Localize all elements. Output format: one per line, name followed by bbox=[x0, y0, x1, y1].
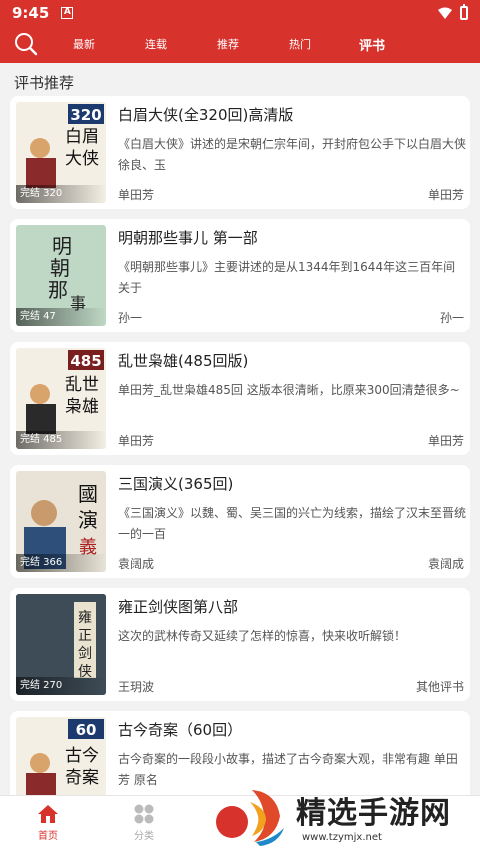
svg-text:那: 那 bbox=[48, 278, 68, 302]
status-badge: 完结 47 bbox=[16, 308, 106, 326]
book-title: 明朝那些事儿 第一部 bbox=[118, 229, 258, 247]
status-badge: 完结 485 bbox=[16, 431, 106, 449]
tab-recommend[interactable]: 推荐 bbox=[192, 36, 264, 52]
watermark-url: www.tzymjx.net bbox=[302, 832, 382, 843]
svg-text:320: 320 bbox=[70, 106, 101, 124]
svg-text:演: 演 bbox=[78, 508, 98, 532]
home-icon bbox=[38, 805, 58, 823]
book-author: 单田芳 bbox=[118, 434, 155, 448]
book-description: 单田芳_乱世枭雄485回 这版本很清晰，比原来300回清楚很多~ bbox=[118, 383, 460, 397]
book-author: 单田芳 bbox=[118, 188, 155, 202]
book-category: 单田芳 bbox=[427, 434, 464, 448]
bottom-nav-home-label: 首页 bbox=[38, 831, 58, 842]
svg-text:雍: 雍 bbox=[78, 610, 92, 626]
svg-text:古今: 古今 bbox=[65, 746, 99, 766]
book-description: 《白眉大侠》讲述的是宋朝仁宗年间，开封府包公手下以白眉大侠徐良、玉 bbox=[118, 137, 466, 172]
battery-icon bbox=[460, 3, 468, 20]
svg-text:485: 485 bbox=[70, 352, 101, 370]
svg-text:乱世: 乱世 bbox=[65, 375, 99, 395]
bottom-nav-category-label: 分类 bbox=[134, 831, 154, 842]
book-card[interactable]: 國 演 義 完结 366 三国演义(365回) 《三国演义》以魏、蜀、吴三国的兴… bbox=[10, 465, 470, 578]
svg-text:枭雄: 枭雄 bbox=[65, 397, 99, 417]
bottom-nav-home[interactable]: 首页 bbox=[18, 804, 78, 842]
book-title: 乱世枭雄(485回版) bbox=[118, 352, 249, 370]
category-tabs: 最新 连载 推荐 热门 评书 bbox=[48, 35, 480, 54]
watermark: 精选手游网 www.tzymjx.net bbox=[216, 782, 478, 848]
status-time: 9:45 bbox=[12, 3, 50, 22]
notification-a-icon: A bbox=[61, 6, 74, 19]
book-cover: 國 演 義 完结 366 bbox=[16, 471, 106, 572]
book-card[interactable]: 雍 正 剑 侠 完结 270 雍正剑侠图第八部 这次的武林传奇又延续了怎样的惊喜… bbox=[10, 588, 470, 701]
book-card[interactable]: 明 朝 那 事 完结 47 明朝那些事儿 第一部 《明朝那些事儿》主要讲述的是从… bbox=[10, 219, 470, 332]
search-icon bbox=[15, 33, 38, 56]
wifi-icon bbox=[438, 7, 452, 19]
tab-serial[interactable]: 连载 bbox=[120, 36, 192, 52]
watermark-text: 精选手游网 bbox=[296, 796, 451, 831]
svg-text:正: 正 bbox=[78, 628, 92, 644]
status-badge: 完结 270 bbox=[16, 677, 106, 695]
cover-art: 60 古今 奇案 bbox=[26, 719, 104, 801]
status-badge: 完结 366 bbox=[16, 554, 106, 572]
book-title: 三国演义(365回) bbox=[118, 475, 234, 493]
bottom-nav-category[interactable]: 分类 bbox=[114, 804, 174, 842]
book-description: 《三国演义》以魏、蜀、吴三国的兴亡为线索，描绘了汉末至晋统一的一百 bbox=[118, 506, 466, 541]
book-cover: 320 白眉 大侠 完结 320 bbox=[16, 102, 106, 203]
book-category: 孙一 bbox=[439, 311, 464, 325]
status-bar: 9:45 A bbox=[0, 0, 480, 25]
status-right bbox=[438, 3, 468, 20]
book-category: 袁阔成 bbox=[427, 557, 464, 571]
book-author: 王玥波 bbox=[118, 680, 155, 694]
book-category: 单田芳 bbox=[427, 188, 464, 202]
book-title: 白眉大侠(全320回)高清版 bbox=[118, 106, 294, 124]
book-description: 这次的武林传奇又延续了怎样的惊喜，快来收听解锁！ bbox=[118, 629, 407, 643]
book-cover: 雍 正 剑 侠 完结 270 bbox=[16, 594, 106, 695]
book-author: 孙一 bbox=[118, 311, 143, 325]
status-badge: 完结 320 bbox=[16, 185, 106, 203]
book-category: 其他评书 bbox=[415, 680, 464, 694]
svg-text:白眉: 白眉 bbox=[65, 127, 99, 147]
svg-text:朝: 朝 bbox=[50, 256, 70, 280]
svg-text:明: 明 bbox=[52, 234, 72, 258]
svg-text:奇案: 奇案 bbox=[65, 768, 99, 788]
book-author: 袁阔成 bbox=[118, 557, 155, 571]
tab-latest[interactable]: 最新 bbox=[48, 36, 120, 52]
watermark-logo bbox=[216, 790, 284, 846]
svg-text:剑: 剑 bbox=[78, 646, 92, 662]
book-cover: 60 古今 奇案 bbox=[16, 717, 106, 801]
book-cover: 明 朝 那 事 完结 47 bbox=[16, 225, 106, 326]
section-title: 评书推荐 bbox=[14, 74, 75, 92]
svg-text:國: 國 bbox=[78, 482, 98, 506]
book-card[interactable]: 320 白眉 大侠 完结 320 白眉大侠(全320回)高清版 《白眉大侠》讲述… bbox=[10, 96, 470, 209]
book-description: 《明朝那些事儿》主要讲述的是从1344年到1644年这三百年间关于 bbox=[118, 260, 456, 295]
search-button[interactable] bbox=[4, 25, 48, 63]
tab-storytelling[interactable]: 评书 bbox=[336, 35, 408, 54]
book-title: 古今奇案（60回） bbox=[118, 721, 243, 739]
svg-text:60: 60 bbox=[76, 721, 97, 739]
book-title: 雍正剑侠图第八部 bbox=[118, 598, 239, 616]
svg-text:大侠: 大侠 bbox=[65, 149, 99, 169]
book-card[interactable]: 485 乱世 枭雄 完结 485 乱世枭雄(485回版) 单田芳_乱世枭雄485… bbox=[10, 342, 470, 455]
tab-hot[interactable]: 热门 bbox=[264, 36, 336, 52]
top-nav: 最新 连载 推荐 热门 评书 bbox=[0, 25, 480, 63]
grid-icon bbox=[134, 804, 154, 824]
book-cover: 485 乱世 枭雄 完结 485 bbox=[16, 348, 106, 449]
